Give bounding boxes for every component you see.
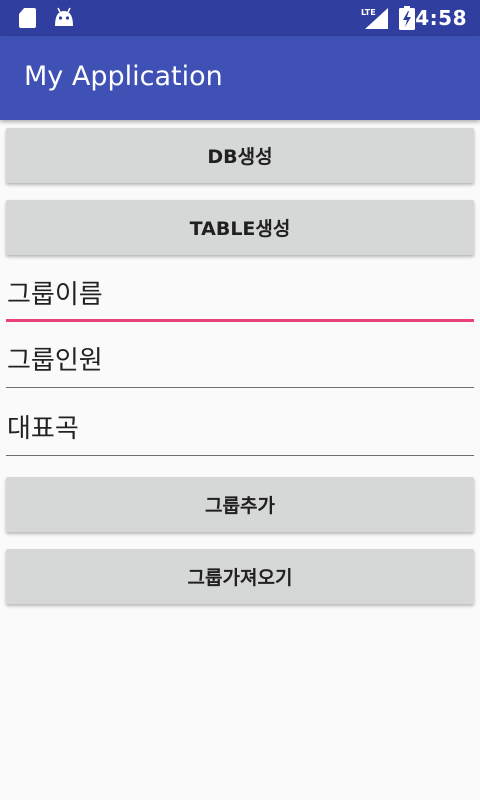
create-table-button[interactable]: TABLE생성 [6,200,474,255]
group-members-input[interactable] [6,338,474,388]
app-title: My Application [24,61,223,92]
svg-text:LTE: LTE [361,8,376,17]
app-bar: My Application [0,36,480,120]
group-members-field[interactable] [6,338,474,388]
sd-card-icon [19,8,36,28]
clock: 4:58 [415,6,467,30]
group-name-underline [6,319,474,322]
status-bar: LTE 4:58 [0,0,480,36]
group-members-underline [6,387,474,388]
add-group-button[interactable]: 그룹추가 [6,477,474,532]
representative-song-field[interactable] [6,406,474,456]
group-name-field[interactable] [6,272,474,322]
representative-song-input[interactable] [6,406,474,456]
group-name-input[interactable] [6,272,474,322]
create-db-button[interactable]: DB생성 [6,128,474,183]
get-groups-button[interactable]: 그룹가져오기 [6,549,474,604]
lte-signal-icon: LTE [361,8,388,29]
battery-charging-icon [399,6,415,30]
representative-song-underline [6,455,474,456]
android-debug-icon [55,7,73,26]
